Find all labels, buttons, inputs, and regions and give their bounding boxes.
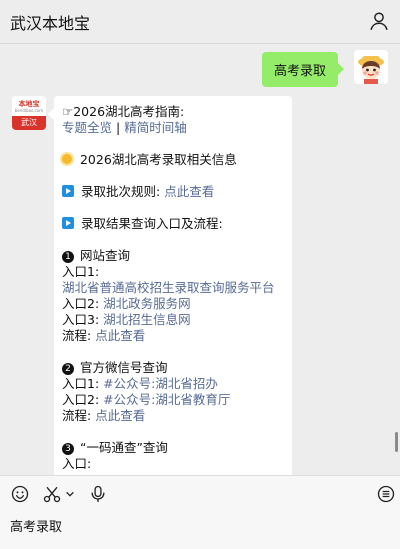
user-message-text: 高考录取 bbox=[273, 64, 326, 79]
top-bar: 武汉本地宝 bbox=[0, 0, 400, 44]
entry3-link[interactable]: 湖北招生信息网 bbox=[103, 312, 191, 327]
play-icon bbox=[62, 217, 74, 229]
chat-area[interactable]: 高考录取 本地宝 bendibao.com 武汉 ☞2026湖北高考指南: 专题 bbox=[0, 44, 400, 475]
entry1-link[interactable]: 湖北省普通高校招生录取查询服务平台 bbox=[62, 280, 275, 295]
number-1-icon: 1 bbox=[62, 251, 74, 263]
link-separator: | bbox=[116, 120, 121, 135]
chevron-down-icon[interactable] bbox=[64, 484, 76, 504]
flow-link[interactable]: 点此查看 bbox=[95, 328, 145, 343]
chat-title: 武汉本地宝 bbox=[10, 14, 91, 33]
guide-title: ☞2026湖北高考指南: bbox=[62, 104, 185, 119]
code-entry-label: 入口: bbox=[62, 456, 92, 471]
wx1-label: 入口1: bbox=[62, 376, 100, 391]
number-2-icon: 2 bbox=[62, 363, 74, 375]
bot-avatar[interactable]: 本地宝 bendibao.com 武汉 bbox=[12, 96, 46, 130]
wx-flow-label: 流程: bbox=[62, 408, 92, 423]
wx1-link[interactable]: #公众号:湖北省招办 bbox=[103, 376, 218, 391]
user-message-bubble[interactable]: 高考录取 bbox=[261, 52, 345, 87]
logo-city: 武汉 bbox=[12, 116, 46, 130]
wechat-title: 官方微信号查询 bbox=[79, 360, 168, 375]
website-title: 网站查询 bbox=[79, 248, 130, 263]
rules-label: 录取批次规则: bbox=[80, 184, 161, 199]
entry2-link[interactable]: 湖北政务服务网 bbox=[103, 296, 191, 311]
keyboard-menu-icon[interactable] bbox=[376, 484, 396, 504]
wx2-label: 入口2: bbox=[62, 392, 100, 407]
user-avatar[interactable] bbox=[354, 50, 388, 84]
rules-link[interactable]: 点此查看 bbox=[164, 184, 214, 199]
number-3-icon: 3 bbox=[62, 443, 74, 455]
microphone-icon[interactable] bbox=[88, 484, 108, 504]
bot-message-bubble[interactable]: ☞2026湖北高考指南: 专题全览 | 精简时间轴 2026湖北高考录取相关信息… bbox=[48, 96, 292, 475]
scissors-icon[interactable] bbox=[42, 484, 62, 504]
play-icon bbox=[62, 185, 74, 197]
flow-label: 流程: bbox=[62, 328, 92, 343]
section-title: 2026湖北高考录取相关信息 bbox=[79, 152, 237, 167]
logo-subtext: bendibao.com bbox=[14, 107, 44, 113]
result-label: 录取结果查询入口及流程: bbox=[80, 216, 223, 231]
entry1-label: 入口1: bbox=[62, 264, 100, 279]
wx2-link[interactable]: #公众号:湖北省教育厅 bbox=[103, 392, 230, 407]
input-bar: 高考录取 bbox=[0, 475, 400, 549]
emoji-icon[interactable] bbox=[10, 484, 30, 504]
code-title: “一码通查”查询 bbox=[79, 440, 168, 455]
message-input[interactable]: 高考录取 bbox=[10, 516, 62, 535]
wx-flow-link[interactable]: 点此查看 bbox=[95, 408, 145, 423]
logo-text: 本地宝 bbox=[18, 99, 40, 108]
person-icon[interactable] bbox=[368, 10, 390, 32]
entry3-label: 入口3: bbox=[62, 312, 100, 327]
bot-logo: 本地宝 bendibao.com bbox=[12, 96, 46, 116]
scrollbar-thumb[interactable] bbox=[395, 432, 398, 452]
topics-link[interactable]: 专题全览 bbox=[62, 120, 112, 135]
entry2-label: 入口2: bbox=[62, 296, 100, 311]
timeline-link[interactable]: 精简时间轴 bbox=[124, 120, 187, 135]
cartoon-avatar-icon bbox=[354, 50, 388, 84]
sun-icon bbox=[62, 154, 72, 164]
